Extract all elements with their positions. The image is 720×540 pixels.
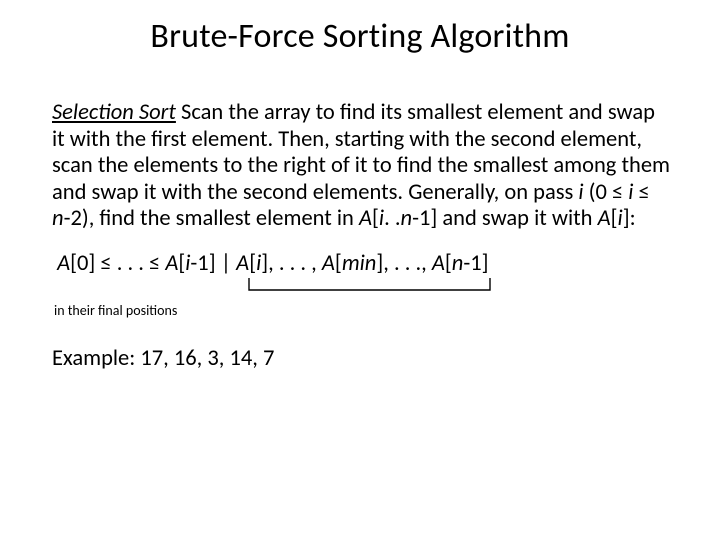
desc-text-5: [: [372, 205, 379, 232]
underbracket-icon: [247, 276, 492, 298]
formula-t1: [0] ≤ . . . ≤: [70, 250, 165, 277]
desc-var-A-1: A: [359, 205, 372, 232]
slide-title: Brute-Force Sorting Algorithm: [0, 16, 720, 57]
formula-t7: ], . . .,: [376, 250, 432, 277]
slide: Brute-Force Sorting Algorithm Selection …: [0, 0, 720, 540]
formula-A1: A: [165, 250, 178, 277]
desc-var-n-2: n: [401, 205, 413, 232]
example-line: Example: 17, 16, 3, 14, 7: [52, 346, 672, 373]
desc-var-n-1: n: [52, 205, 64, 232]
formula-line: A[0] ≤ . . . ≤ A[i-1] | A[i], . . . , A[…: [52, 251, 672, 278]
formula-A0: A: [57, 250, 70, 277]
description-paragraph: Selection Sort Scan the array to find it…: [52, 100, 672, 233]
desc-var-A-2: A: [598, 205, 611, 232]
slide-body: Selection Sort Scan the array to find it…: [52, 100, 672, 372]
desc-text-3: ≤: [633, 179, 649, 206]
formula-min: min: [342, 250, 377, 277]
formula-A4: A: [432, 250, 445, 277]
formula-t6: [: [335, 250, 342, 277]
formula-A3: A: [322, 250, 335, 277]
term-selection-sort: Selection Sort: [52, 99, 176, 126]
desc-text-6: . .: [384, 205, 400, 232]
formula-n: n: [452, 250, 464, 277]
desc-text-9: ]:: [623, 205, 636, 232]
desc-text-2: (0 ≤: [584, 179, 629, 206]
desc-text-7: -1] and swap it with: [412, 205, 597, 232]
desc-text-4: -2), find the smallest element in: [64, 205, 359, 232]
caption-final-positions: in their final positions: [54, 303, 672, 320]
formula-t5: ], . . . ,: [261, 250, 322, 277]
formula-t8: [: [445, 250, 452, 277]
formula-t3: -1] |: [190, 250, 236, 277]
desc-text-8: [: [611, 205, 618, 232]
formula-A2: A: [236, 250, 249, 277]
formula-t9: -1]: [463, 250, 488, 277]
